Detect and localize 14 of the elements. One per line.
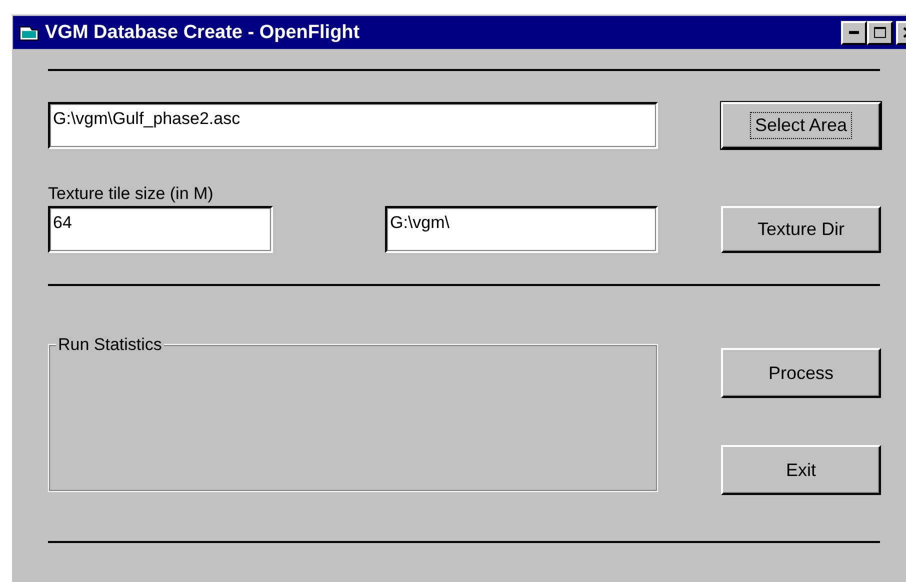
process-button[interactable]: Process — [721, 348, 881, 398]
file-path-field[interactable]: G:\vgm\Gulf_phase2.asc — [48, 102, 658, 149]
exit-button[interactable]: Exit — [721, 445, 881, 495]
select-area-button[interactable]: Select Area — [721, 102, 881, 149]
maximize-icon — [874, 27, 886, 38]
texture-size-label: Texture tile size (in M) — [48, 184, 214, 204]
maximize-button[interactable] — [867, 20, 893, 44]
texture-dir-field[interactable]: G:\vgm\ — [385, 206, 658, 253]
app-icon — [19, 24, 39, 40]
minimize-button[interactable] — [841, 20, 867, 44]
minimize-icon — [849, 31, 859, 34]
texture-dir-button[interactable]: Texture Dir — [721, 206, 881, 253]
texture-size-field[interactable]: 64 — [48, 206, 273, 253]
window-title: VGM Database Create - OpenFlight — [45, 22, 361, 44]
